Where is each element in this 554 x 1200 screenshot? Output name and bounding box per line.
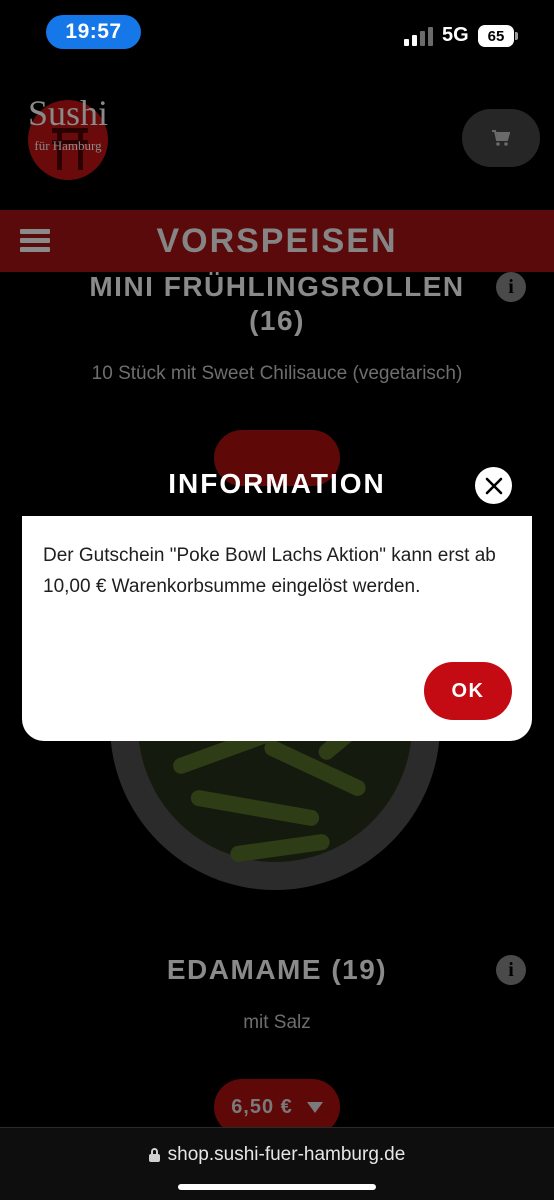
close-button[interactable]	[475, 467, 512, 504]
signal-strength-icon	[404, 26, 434, 46]
network-type: 5G	[442, 24, 469, 46]
logo-subtitle: für Hamburg	[34, 138, 102, 153]
info-icon[interactable]: i	[496, 955, 526, 985]
battery-icon: 65	[478, 25, 514, 47]
category-title: VORSPEISEN	[156, 222, 398, 260]
modal-title: INFORMATION	[168, 468, 386, 499]
lock-icon	[148, 1148, 160, 1162]
category-bar: VORSPEISEN	[0, 210, 554, 272]
status-time: 19:57	[46, 15, 141, 49]
product-title: MINI FRÜHLINGSROLLEN (16)	[89, 271, 465, 336]
product-description: 10 Stück mit Sweet Chilisauce (vegetaris…	[91, 363, 463, 384]
modal-message: Der Gutschein "Poke Bowl Lachs Aktion" k…	[43, 545, 496, 597]
cart-button[interactable]	[462, 109, 540, 167]
info-icon[interactable]: i	[496, 272, 526, 302]
modal-dialog: Der Gutschein "Poke Bowl Lachs Aktion" k…	[22, 516, 532, 741]
product-title: EDAMAME (19)	[166, 954, 388, 985]
chevron-down-icon	[306, 1101, 323, 1113]
product-description: mit Salz	[243, 1012, 311, 1033]
ok-button[interactable]: OK	[424, 662, 512, 720]
price-label: 6,50 €	[231, 1095, 293, 1118]
battery-tip	[515, 32, 518, 40]
status-bar: 19:57 5G 65	[0, 0, 554, 64]
url-text[interactable]: shop.sushi-fuer-hamburg.de	[168, 1144, 406, 1166]
browser-url-bar[interactable]: shop.sushi-fuer-hamburg.de	[0, 1127, 554, 1200]
logo-title: Sushi	[27, 93, 109, 133]
cart-icon	[492, 130, 510, 146]
close-icon	[485, 477, 502, 494]
shop-logo[interactable]: Sushi für Hamburg	[20, 92, 116, 184]
home-indicator[interactable]	[178, 1184, 376, 1190]
